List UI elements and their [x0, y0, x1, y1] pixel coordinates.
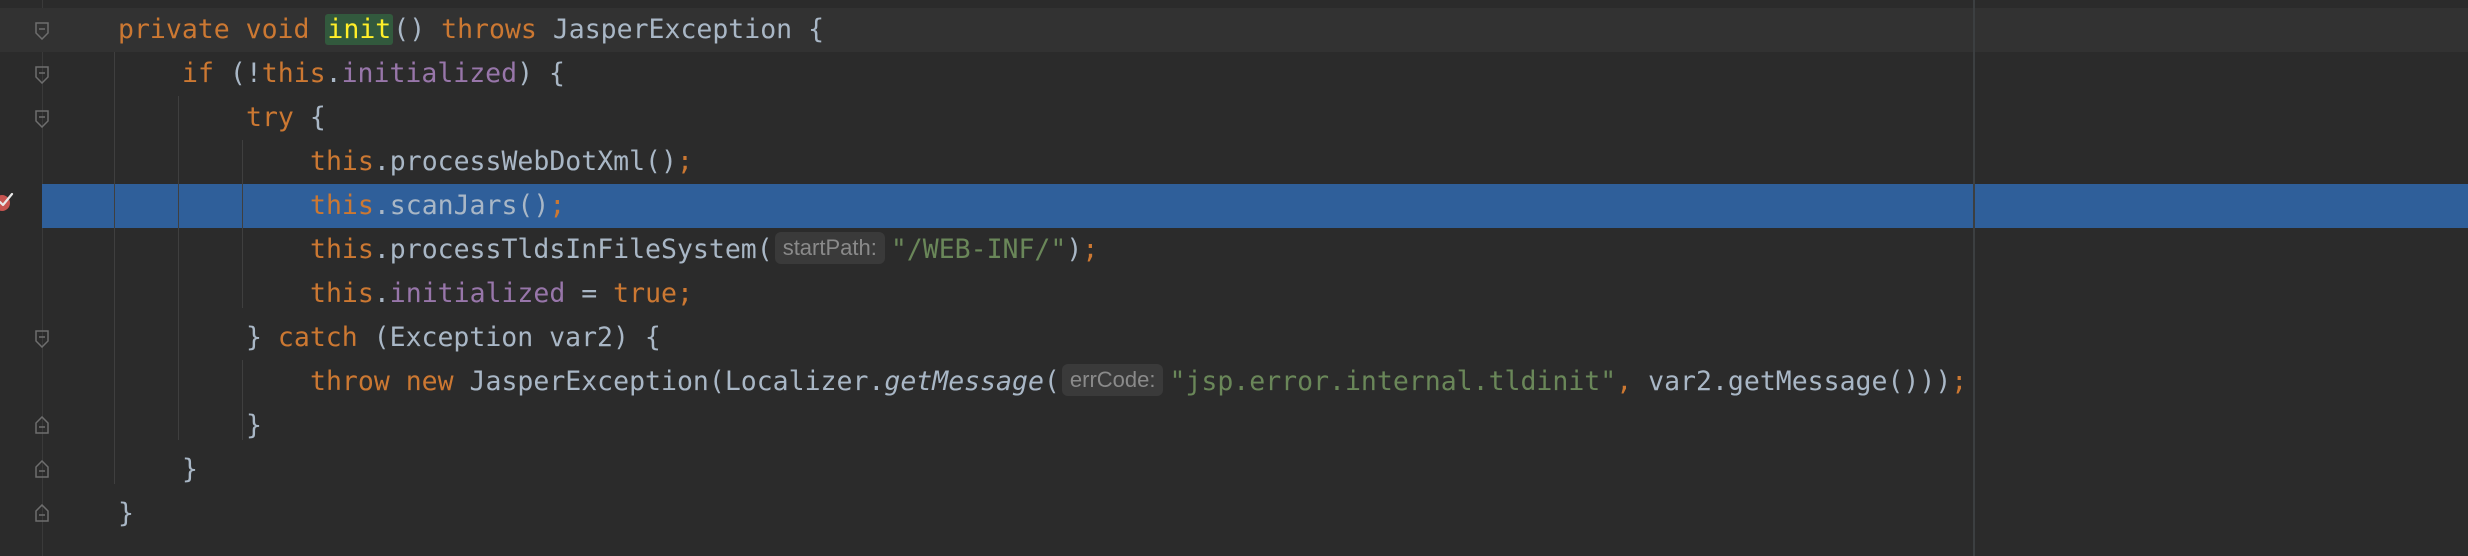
code-token: (! — [229, 58, 262, 89]
code-token: ( — [1043, 366, 1060, 397]
code-token: .processTldsInFileSystem( — [373, 234, 773, 265]
code-token: if — [182, 58, 230, 89]
code-token: } — [246, 322, 278, 353]
fold-close-icon[interactable] — [34, 504, 50, 522]
code-token: getMessage — [884, 366, 1044, 397]
code-token: this — [310, 146, 374, 177]
code-line-1[interactable]: private void init() throws JasperExcepti… — [118, 8, 824, 52]
code-token: this — [310, 278, 374, 309]
code-line-4[interactable]: this.processWebDotXml(); — [310, 140, 693, 184]
fold-open-icon[interactable] — [34, 66, 50, 84]
code-token: catch — [277, 322, 374, 353]
code-token: } — [182, 454, 198, 485]
code-token: ) — [1066, 234, 1083, 265]
code-token: = — [565, 278, 614, 309]
indent-guide — [242, 360, 243, 440]
fold-close-icon[interactable] — [34, 416, 50, 434]
code-token: () — [393, 14, 442, 45]
code-token: } — [246, 410, 262, 441]
fold-close-icon[interactable] — [34, 460, 50, 478]
code-editor[interactable]: private void init() throws JasperExcepti… — [0, 0, 2468, 556]
code-line-5[interactable]: this.scanJars(); — [310, 184, 565, 228]
code-line-8[interactable]: } catch (Exception var2) { — [246, 316, 661, 360]
code-line-12[interactable]: } — [118, 492, 134, 536]
code-token: . — [325, 58, 342, 89]
code-line-3[interactable]: try { — [246, 96, 326, 140]
code-token: throw new — [310, 366, 470, 397]
code-token: throws — [441, 14, 553, 45]
code-token: "/WEB-INF/" — [890, 234, 1067, 265]
code-line-6[interactable]: this.processTldsInFileSystem(startPath: "… — [310, 228, 1098, 272]
code-token: . — [373, 278, 390, 309]
right-margin-line — [1973, 0, 1975, 556]
code-token: { — [309, 102, 326, 133]
fold-open-icon[interactable] — [34, 110, 50, 128]
code-token: JasperException(Localizer. — [469, 366, 885, 397]
code-line-10[interactable]: } — [246, 404, 262, 448]
code-token: this — [310, 234, 374, 265]
fold-open-icon[interactable] — [34, 22, 50, 40]
code-line-11[interactable]: } — [182, 448, 198, 492]
code-token: .scanJars() — [373, 190, 550, 221]
fold-open-icon[interactable] — [34, 330, 50, 348]
code-token: ; — [1082, 234, 1099, 265]
code-token: var2.getMessage())) — [1648, 366, 1952, 397]
code-token: ; — [549, 190, 566, 221]
code-token: ; — [676, 146, 693, 177]
code-token: try — [246, 102, 310, 133]
code-line-9[interactable]: throw new JasperException(Localizer.getM… — [310, 360, 1967, 404]
code-token: JasperException { — [552, 14, 825, 45]
code-token: ) { — [517, 58, 565, 89]
code-token: } — [118, 498, 134, 529]
code-token: this — [310, 190, 374, 221]
code-token: initialized — [341, 58, 518, 89]
code-token: private void — [118, 14, 326, 45]
code-token: initialized — [389, 278, 566, 309]
breakpoint-icon[interactable] — [0, 190, 16, 212]
parameter-hint: errCode: — [1061, 363, 1164, 396]
code-token: ; — [1951, 366, 1968, 397]
parameter-hint: startPath: — [774, 231, 885, 264]
code-token: "jsp.error.internal.tldinit" — [1169, 366, 1617, 397]
code-line-7[interactable]: this.initialized = true; — [310, 272, 693, 316]
code-token: (Exception var2) { — [373, 322, 661, 353]
indent-guide — [178, 96, 179, 440]
code-token: , — [1616, 366, 1649, 397]
code-token: this — [261, 58, 326, 89]
indent-guide — [242, 140, 243, 308]
code-token: .processWebDotXml() — [373, 146, 677, 177]
code-token: init — [325, 14, 394, 45]
code-line-2[interactable]: if (!this.initialized) { — [182, 52, 565, 96]
code-token: true — [613, 278, 677, 309]
indent-guide — [114, 52, 115, 484]
code-token: ; — [677, 278, 693, 309]
